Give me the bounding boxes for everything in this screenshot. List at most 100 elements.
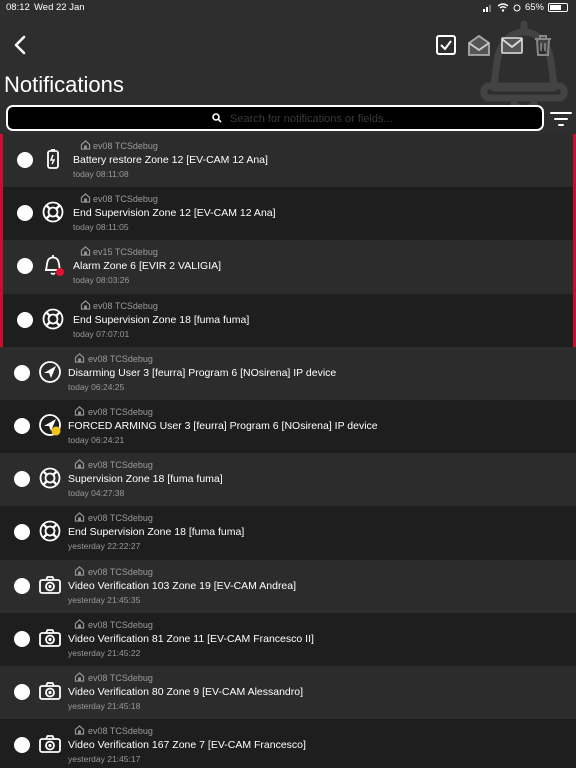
select-radio[interactable] [14, 364, 30, 381]
mark-read-icon[interactable] [467, 33, 491, 57]
notification-row[interactable]: ev15 TCSdebug Alarm Zone 6 [EVIR 2 VALIGI… [0, 240, 576, 294]
select-all-icon[interactable] [434, 33, 458, 57]
notification-time: today 07:07:01 [73, 328, 130, 339]
notification-source: ev08 TCSdebug [93, 194, 158, 205]
mark-unread-icon[interactable] [500, 33, 524, 57]
notification-time: yesterday 21:45:22 [68, 647, 141, 658]
wifi-icon [497, 3, 509, 12]
back-icon[interactable] [8, 32, 34, 58]
notification-time: today 08:03:26 [73, 275, 130, 286]
notification-row[interactable]: ev08 TCSdebug End Supervision Zone 18 [fu… [0, 506, 576, 560]
notification-time: today 06:24:21 [68, 434, 125, 445]
notification-message: Video Verification 80 Zone 9 [EV-CAM Ale… [68, 685, 304, 698]
select-radio[interactable] [14, 630, 30, 647]
forced-arm-icon [39, 414, 61, 436]
home-icon [80, 246, 91, 257]
status-indicators: 65% [482, 2, 568, 13]
lifebuoy-icon [42, 201, 64, 223]
home-icon [74, 725, 85, 735]
notification-source: ev08 TCSdebug [93, 300, 158, 311]
notification-message: Disarming User 3 [feurra] Program 6 [NOs… [68, 366, 337, 379]
notification-row[interactable]: ev08 TCSdebug FORCED ARMING User 3 [feurr… [0, 399, 576, 454]
select-radio[interactable] [14, 417, 30, 434]
notification-source: ev08 TCSdebug [88, 406, 153, 417]
notification-source: ev08 TCSdebug [88, 672, 153, 683]
search-bar[interactable] [6, 105, 544, 131]
select-radio[interactable] [14, 471, 30, 488]
camera-icon [39, 628, 61, 647]
signal-icon [482, 4, 491, 12]
status-date: Wed 22 Jan [34, 2, 85, 13]
notification-time: today 04:27:38 [68, 488, 125, 499]
notification-source: ev08 TCSdebug [88, 353, 153, 364]
notification-source: ev08 TCSdebug [88, 460, 153, 471]
battery-icon [47, 149, 59, 169]
battery-icon [548, 3, 568, 12]
select-radio[interactable] [14, 524, 30, 541]
battery-percent: 65% [524, 2, 544, 13]
bell-alarm-icon [44, 255, 64, 277]
notification-time: yesterday 21:45:35 [68, 594, 141, 605]
notification-time: yesterday 22:22:27 [68, 541, 141, 552]
location-icon [513, 4, 521, 11]
lifebuoy-icon [39, 520, 61, 542]
notification-row[interactable]: ev08 TCSdebug Video Verification 80 Zone … [0, 665, 576, 720]
notification-row[interactable]: ev08 TCSdebug Battery restore Zone 12 [EV… [0, 134, 576, 188]
notification-source: ev08 TCSdebug [93, 141, 158, 151]
select-radio[interactable] [17, 152, 33, 168]
select-radio[interactable] [14, 683, 30, 700]
filter-icon[interactable] [550, 110, 572, 128]
search-input[interactable] [230, 110, 530, 127]
notification-time: yesterday 21:45:17 [68, 754, 141, 765]
notification-row[interactable]: ev08 TCSdebug End Supervision Zone 12 [EV… [0, 187, 576, 241]
delete-icon[interactable] [531, 33, 555, 57]
home-icon [80, 140, 91, 150]
select-radio[interactable] [17, 258, 33, 275]
home-icon [74, 618, 85, 629]
lifebuoy-icon [42, 308, 64, 329]
notification-time: today 08:11:08 [73, 169, 129, 179]
notification-source: ev08 TCSdebug [88, 726, 153, 737]
home-icon [74, 512, 85, 522]
camera-icon [39, 735, 61, 753]
notification-time: today 08:11:05 [73, 222, 129, 233]
notification-row[interactable]: ev08 TCSdebug End Supervision Zone 18 [fu… [0, 293, 576, 347]
home-icon [80, 193, 91, 203]
notification-message: End Supervision Zone 18 [fuma fuma] [73, 313, 250, 326]
notification-source: ev08 TCSdebug [88, 513, 153, 524]
home-icon [74, 565, 85, 576]
camera-icon [39, 681, 61, 700]
notification-row[interactable]: ev08 TCSdebug Video Verification 167 Zone… [0, 719, 576, 768]
select-radio[interactable] [17, 311, 33, 328]
notification-list: ev08 TCSdebug Battery restore Zone 12 [EV… [0, 134, 576, 768]
select-radio[interactable] [17, 205, 33, 222]
camera-icon [39, 575, 61, 594]
home-icon [74, 406, 85, 416]
home-icon [74, 352, 85, 363]
notification-row[interactable]: ev08 TCSdebug Video Verification 81 Zone … [0, 612, 576, 666]
lifebuoy-icon [39, 467, 61, 489]
notification-source: ev08 TCSdebug [88, 619, 153, 630]
app-header: Notifications [0, 16, 576, 134]
notification-message: End Supervision Zone 12 [EV-CAM 12 Ana] [73, 207, 276, 220]
notification-message: End Supervision Zone 18 [fuma fuma] [68, 526, 245, 539]
select-radio[interactable] [14, 577, 30, 594]
notification-message: Battery restore Zone 12 [EV-CAM 12 Ana] [73, 154, 268, 166]
notification-message: Video Verification 167 Zone 7 [EV-CAM Fr… [68, 739, 306, 752]
notification-message: Alarm Zone 6 [EVIR 2 VALIGIA] [73, 260, 222, 273]
notification-row[interactable]: ev08 TCSdebug Supervision Zone 18 [fuma f… [0, 453, 576, 507]
notification-source: ev08 TCSdebug [88, 566, 153, 577]
notification-source: ev15 TCSdebug [93, 247, 158, 258]
notification-message: Supervision Zone 18 [fuma fuma] [68, 473, 223, 486]
search-icon [212, 113, 222, 123]
status-bar: 08:12 Wed 22 Jan 65% [0, 0, 576, 16]
notification-message: FORCED ARMING User 3 [feurra] Program 6 … [68, 419, 378, 432]
notification-row[interactable]: ev08 TCSdebug Video Verification 103 Zone… [0, 559, 576, 613]
page-title: Notifications [4, 72, 124, 97]
home-icon [74, 672, 85, 682]
notification-time: today 06:24:25 [68, 381, 125, 392]
select-radio[interactable] [14, 737, 30, 754]
notification-time: yesterday 21:45:18 [68, 700, 141, 711]
home-icon [80, 299, 91, 310]
notification-row[interactable]: ev08 TCSdebug Disarming User 3 [feurra] P… [0, 346, 576, 400]
